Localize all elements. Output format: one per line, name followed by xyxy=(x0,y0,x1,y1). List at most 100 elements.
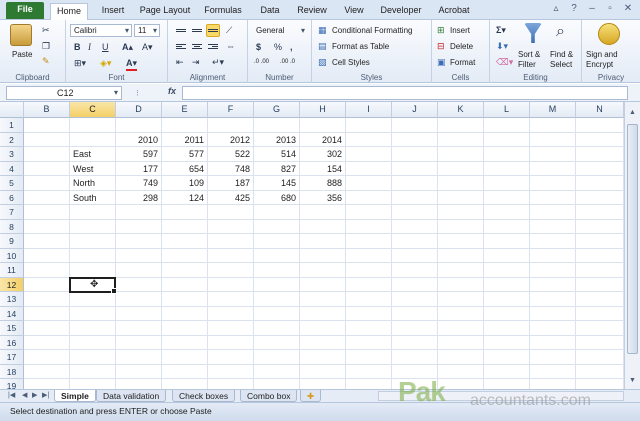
vertical-scroll-thumb[interactable] xyxy=(627,124,638,354)
prev-sheet-icon[interactable]: ◀ xyxy=(22,391,27,399)
autosum-icon[interactable]: Σ▾ xyxy=(496,24,506,36)
format-button[interactable]: Format xyxy=(450,58,475,68)
align-top-icon[interactable] xyxy=(174,24,188,37)
paste-icon[interactable] xyxy=(10,24,32,46)
value-cell[interactable]: 356 xyxy=(300,191,342,205)
column-header-f[interactable]: F xyxy=(208,102,254,118)
currency-button[interactable]: $ xyxy=(256,41,261,53)
font-name-combo[interactable]: Calibri xyxy=(70,24,132,37)
sheet-tab-combo-box[interactable]: Combo box xyxy=(240,390,298,402)
row-header-13[interactable]: 13 xyxy=(0,292,24,307)
row-header-9[interactable]: 9 xyxy=(0,234,24,249)
tab-review[interactable]: Review xyxy=(294,3,330,20)
row-header-6[interactable]: 6 xyxy=(0,190,24,205)
paste-button[interactable]: Paste xyxy=(12,50,32,60)
column-header-g[interactable]: G xyxy=(254,102,300,118)
tab-developer[interactable]: Developer xyxy=(378,3,424,20)
row-header-12[interactable]: 12 xyxy=(0,277,24,292)
row-header-15[interactable]: 15 xyxy=(0,321,24,336)
value-cell[interactable]: 888 xyxy=(300,176,342,190)
value-cell[interactable]: 187 xyxy=(208,176,250,190)
column-header-e[interactable]: E xyxy=(162,102,208,118)
scroll-down-icon[interactable]: ▼ xyxy=(627,376,638,386)
column-header-l[interactable]: L xyxy=(484,102,530,118)
align-middle-icon[interactable] xyxy=(190,24,204,37)
region-label-cell[interactable]: West xyxy=(73,162,93,176)
tab-acrobat[interactable]: Acrobat xyxy=(434,3,474,20)
number-format-combo[interactable]: General xyxy=(252,24,308,37)
insert-sheet-icon[interactable]: ✚ xyxy=(300,390,322,402)
sheet-tab-check-boxes[interactable]: Check boxes xyxy=(172,390,236,402)
value-cell[interactable]: 425 xyxy=(208,191,250,205)
select-all-corner[interactable] xyxy=(0,102,24,118)
format-as-table-button[interactable]: Format as Table xyxy=(332,42,389,52)
vertical-scrollbar[interactable]: ▲ ▼ xyxy=(624,102,640,390)
value-cell[interactable]: 827 xyxy=(254,162,296,176)
row-header-16[interactable]: 16 xyxy=(0,335,24,350)
fill-color-icon[interactable]: ◈▾ xyxy=(100,57,111,69)
font-color-icon[interactable]: A▾ xyxy=(126,57,138,71)
value-cell[interactable]: 749 xyxy=(116,176,158,190)
italic-button[interactable]: I xyxy=(88,41,91,53)
borders-icon[interactable]: ⊞▾ xyxy=(74,57,86,69)
comma-button[interactable]: , xyxy=(290,41,293,53)
sheet-tab-data-validation[interactable]: Data validation xyxy=(96,390,167,402)
percent-button[interactable]: % xyxy=(274,41,282,53)
row-header-7[interactable]: 7 xyxy=(0,205,24,220)
year-header-cell[interactable]: 2011 xyxy=(162,133,204,147)
column-header-b[interactable]: B xyxy=(24,102,70,118)
tab-insert[interactable]: Insert xyxy=(98,3,128,20)
value-cell[interactable]: 177 xyxy=(116,162,158,176)
fill-icon[interactable]: ⬇▾ xyxy=(496,40,508,52)
year-header-cell[interactable]: 2014 xyxy=(300,133,342,147)
value-cell[interactable]: 597 xyxy=(116,147,158,161)
insert-button[interactable]: Insert xyxy=(450,26,470,36)
tab-home[interactable]: Home xyxy=(50,3,88,21)
value-cell[interactable]: 109 xyxy=(162,176,204,190)
value-cell[interactable]: 302 xyxy=(300,147,342,161)
find-label[interactable]: Find & xyxy=(550,50,573,60)
align-right-icon[interactable] xyxy=(206,40,220,53)
align-center-icon[interactable] xyxy=(190,40,204,53)
year-header-cell[interactable]: 2013 xyxy=(254,133,296,147)
close-icon[interactable]: ✕ xyxy=(622,3,634,15)
value-cell[interactable]: 154 xyxy=(300,162,342,176)
first-sheet-icon[interactable]: |◀ xyxy=(8,391,15,399)
conditional-formatting-button[interactable]: Conditional Formatting xyxy=(332,26,412,36)
row-header-14[interactable]: 14 xyxy=(0,306,24,321)
decrease-indent-icon[interactable]: ⇤ xyxy=(176,56,184,68)
wrap-text-icon[interactable]: ↵▾ xyxy=(212,56,224,68)
increase-indent-icon[interactable]: ⇥ xyxy=(192,56,200,68)
value-cell[interactable]: 680 xyxy=(254,191,296,205)
copy-icon[interactable]: ❐ xyxy=(42,40,50,52)
ribbon-collapse-icon[interactable]: ▵ xyxy=(550,3,562,15)
minimize-icon[interactable]: – xyxy=(586,3,598,15)
scroll-up-icon[interactable]: ▲ xyxy=(627,108,638,118)
column-header-d[interactable]: D xyxy=(116,102,162,118)
region-label-cell[interactable]: South xyxy=(73,191,97,205)
value-cell[interactable]: 145 xyxy=(254,176,296,190)
sort-filter-icon[interactable] xyxy=(524,23,542,43)
underline-button[interactable]: U xyxy=(102,41,109,53)
formula-input[interactable] xyxy=(182,86,628,100)
orientation-icon[interactable]: ⟋ xyxy=(226,24,232,36)
column-header-m[interactable]: M xyxy=(530,102,576,118)
row-header-17[interactable]: 17 xyxy=(0,350,24,365)
encrypt-label[interactable]: Encrypt xyxy=(586,60,613,70)
row-header-5[interactable]: 5 xyxy=(0,176,24,191)
cut-icon[interactable]: ✂ xyxy=(42,24,50,36)
sign-encrypt-icon[interactable] xyxy=(598,23,620,45)
sheet-tab-simple[interactable]: Simple xyxy=(54,390,96,402)
value-cell[interactable]: 748 xyxy=(208,162,250,176)
row-header-2[interactable]: 2 xyxy=(0,132,24,147)
align-bottom-icon[interactable] xyxy=(206,24,220,37)
sign-label[interactable]: Sign and xyxy=(586,50,618,60)
region-label-cell[interactable]: North xyxy=(73,176,95,190)
next-sheet-icon[interactable]: ▶ xyxy=(32,391,37,399)
value-cell[interactable]: 124 xyxy=(162,191,204,205)
row-header-4[interactable]: 4 xyxy=(0,161,24,176)
value-cell[interactable]: 514 xyxy=(254,147,296,161)
column-header-j[interactable]: J xyxy=(392,102,438,118)
value-cell[interactable]: 654 xyxy=(162,162,204,176)
grow-font-icon[interactable]: A▴ xyxy=(122,41,133,53)
